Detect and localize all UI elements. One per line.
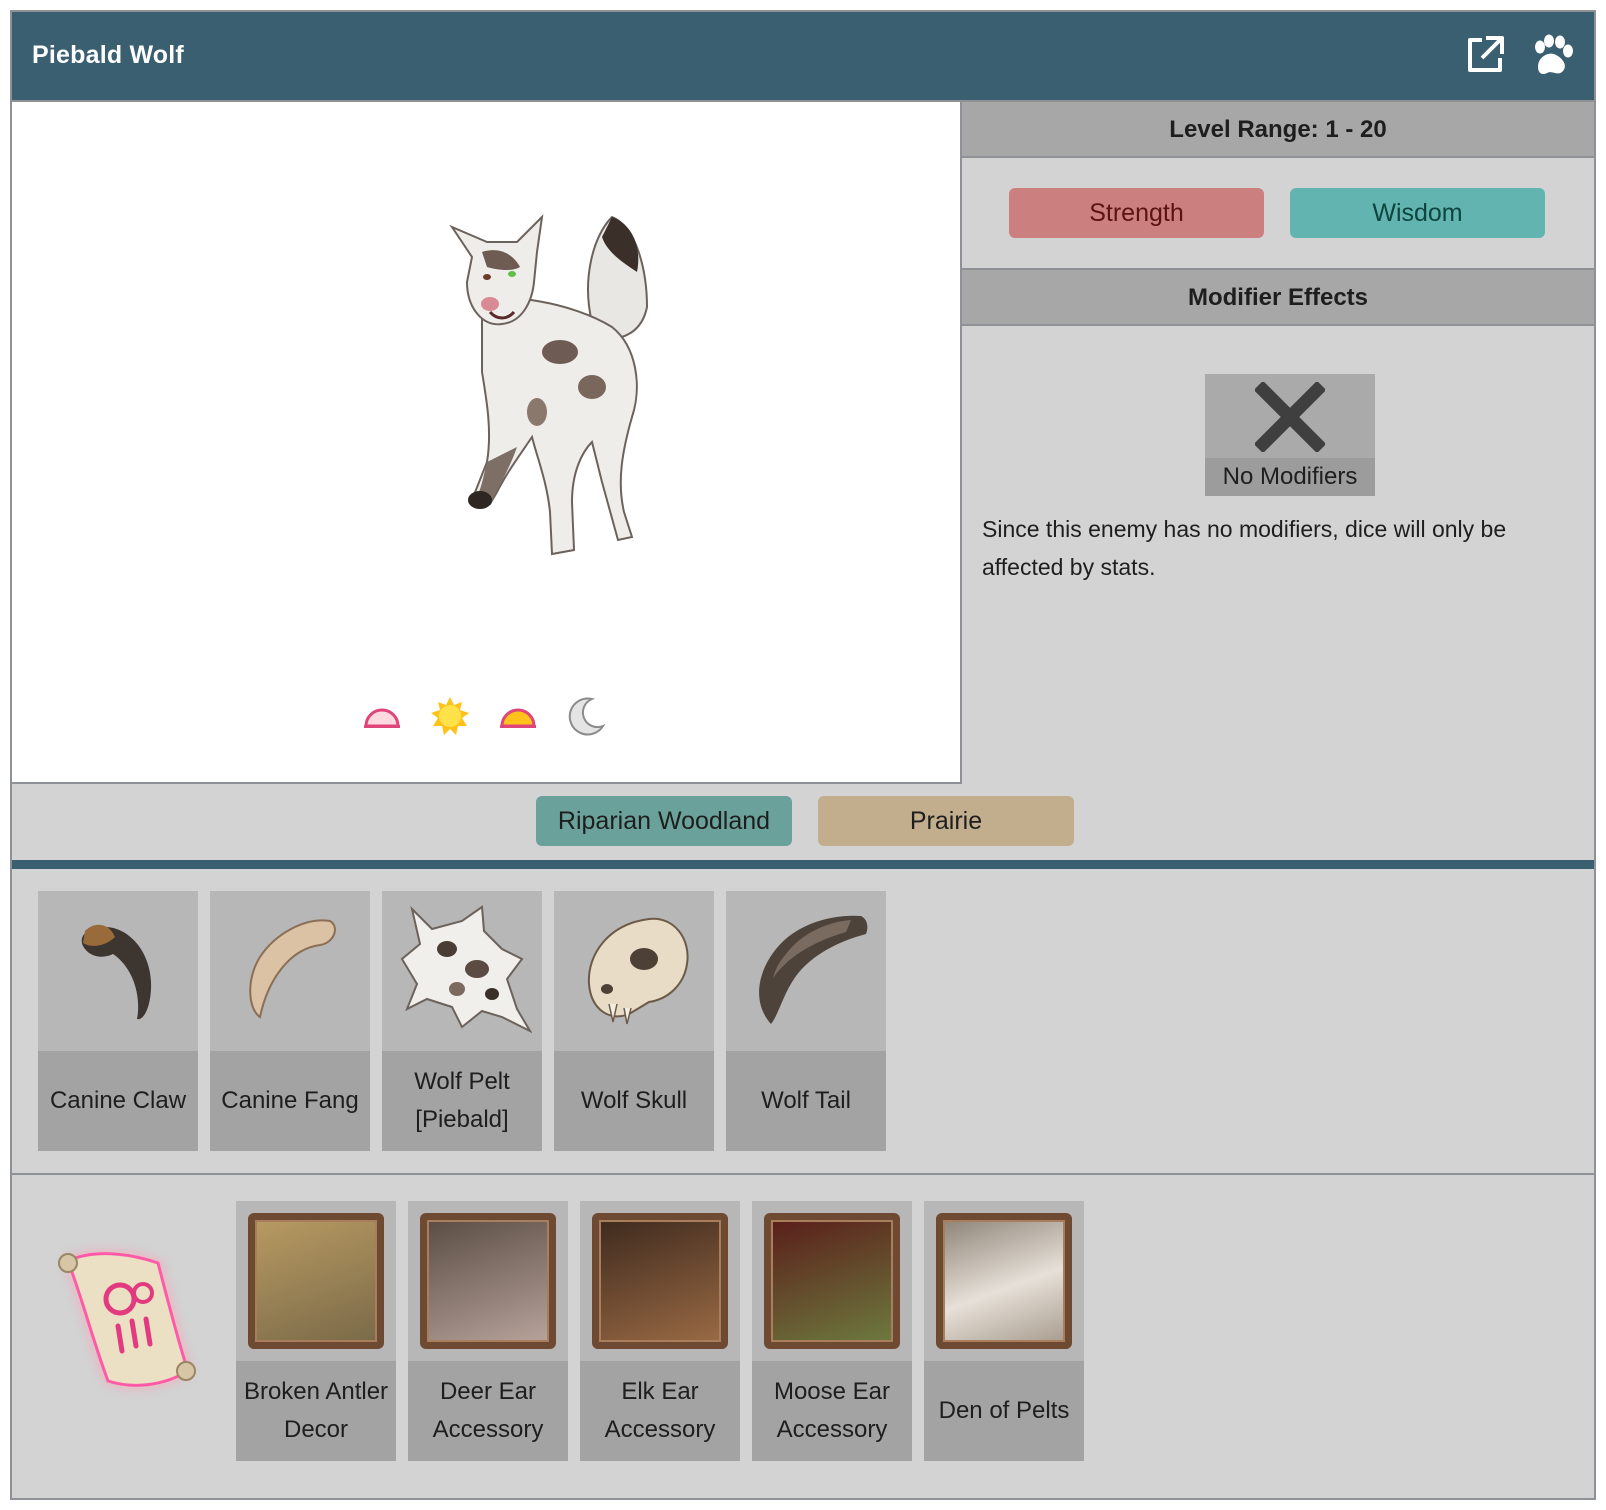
fang-icon (230, 909, 350, 1034)
craft-label: Deer Ear Accessory (432, 1378, 544, 1443)
drop-list: Canine Claw Canine Fang Wolf Pelt [Pieba… (38, 891, 886, 1151)
level-range: Level Range: 1 - 20 (962, 102, 1594, 158)
stat-strength[interactable]: Strength (1009, 188, 1264, 238)
scroll-icon[interactable] (48, 1241, 203, 1406)
craft-item-deer-ear-accessory[interactable]: Deer Ear Accessory (408, 1201, 568, 1461)
enemy-panel: Piebald Wolf Level Range: 1 - 20 Strengt… (10, 10, 1596, 1500)
craft-label: Elk Ear Accessory (604, 1378, 716, 1443)
stats-panel: Level Range: 1 - 20 Strength Wisdom Modi… (962, 102, 1594, 784)
drop-item-wolf-tail[interactable]: Wolf Tail (726, 891, 886, 1151)
stat-list: Strength Wisdom (1009, 188, 1545, 238)
craft-item-broken-antler-decor[interactable]: Broken Antler Decor (236, 1201, 396, 1461)
dawn-icon (362, 696, 402, 736)
drop-item-canine-claw[interactable]: Canine Claw (38, 891, 198, 1151)
modifier-description: Since this enemy has no modifiers, dice … (982, 516, 1507, 580)
drop-label: Wolf Tail (761, 1087, 851, 1114)
tail-icon (741, 904, 871, 1039)
drop-item-wolf-pelt-piebald[interactable]: Wolf Pelt [Piebald] (382, 891, 542, 1151)
habitat-riparian-woodland[interactable]: Riparian Woodland (536, 796, 792, 846)
drop-item-wolf-skull[interactable]: Wolf Skull (554, 891, 714, 1151)
craft-item-moose-ear-accessory[interactable]: Moose Ear Accessory (752, 1201, 912, 1461)
x-icon (1253, 380, 1327, 457)
skull-icon (569, 904, 699, 1039)
claw-icon (63, 909, 173, 1034)
page-title: Piebald Wolf (32, 41, 184, 69)
title-actions (1464, 34, 1574, 78)
stat-wisdom[interactable]: Wisdom (1290, 188, 1545, 238)
drop-label: Canine Claw (49, 1087, 187, 1114)
modifier-effects-heading: Modifier Effects (962, 268, 1594, 326)
antler-icon (248, 1213, 384, 1349)
paw-icon[interactable] (1530, 34, 1574, 78)
craft-label: Moose Ear Accessory (773, 1378, 891, 1443)
creature-portrait (12, 102, 962, 784)
dusk-icon (498, 696, 538, 736)
title-bar: Piebald Wolf (12, 12, 1594, 102)
drop-label: Wolf Pelt [Piebald] (414, 1068, 510, 1133)
no-modifiers-label: No Modifiers (1205, 458, 1375, 496)
drops-section: Canine Claw Canine Fang Wolf Pelt [Pieba… (12, 869, 1594, 1175)
external-link-icon[interactable] (1464, 34, 1506, 78)
drop-label: Wolf Skull (580, 1087, 688, 1114)
deer-ear-icon (420, 1213, 556, 1349)
craft-item-den-of-pelts[interactable]: Den of Pelts (924, 1201, 1084, 1461)
night-icon (566, 696, 606, 736)
habitat-prairie[interactable]: Prairie (818, 796, 1074, 846)
piebald-wolf-illustration (442, 212, 682, 577)
drop-label: Canine Fang (221, 1087, 359, 1114)
craft-list: Broken Antler Decor Deer Ear Accessory E… (236, 1201, 1084, 1461)
fur-icon (936, 1213, 1072, 1349)
craft-label: Den of Pelts (938, 1397, 1070, 1424)
day-icon (430, 696, 470, 736)
drop-item-canine-fang[interactable]: Canine Fang (210, 891, 370, 1151)
moose-ear-icon (764, 1213, 900, 1349)
no-modifiers-badge: No Modifiers (1205, 374, 1375, 496)
habitat-bar: Riparian Woodland Prairie (12, 784, 1594, 860)
activity-times (362, 696, 606, 736)
crafting-section: Broken Antler Decor Deer Ear Accessory E… (12, 1175, 1594, 1500)
elk-ear-icon (592, 1213, 728, 1349)
craft-item-elk-ear-accessory[interactable]: Elk Ear Accessory (580, 1201, 740, 1461)
section-divider (12, 860, 1594, 869)
craft-label: Broken Antler Decor (243, 1378, 389, 1443)
pelt-icon (392, 899, 533, 1044)
